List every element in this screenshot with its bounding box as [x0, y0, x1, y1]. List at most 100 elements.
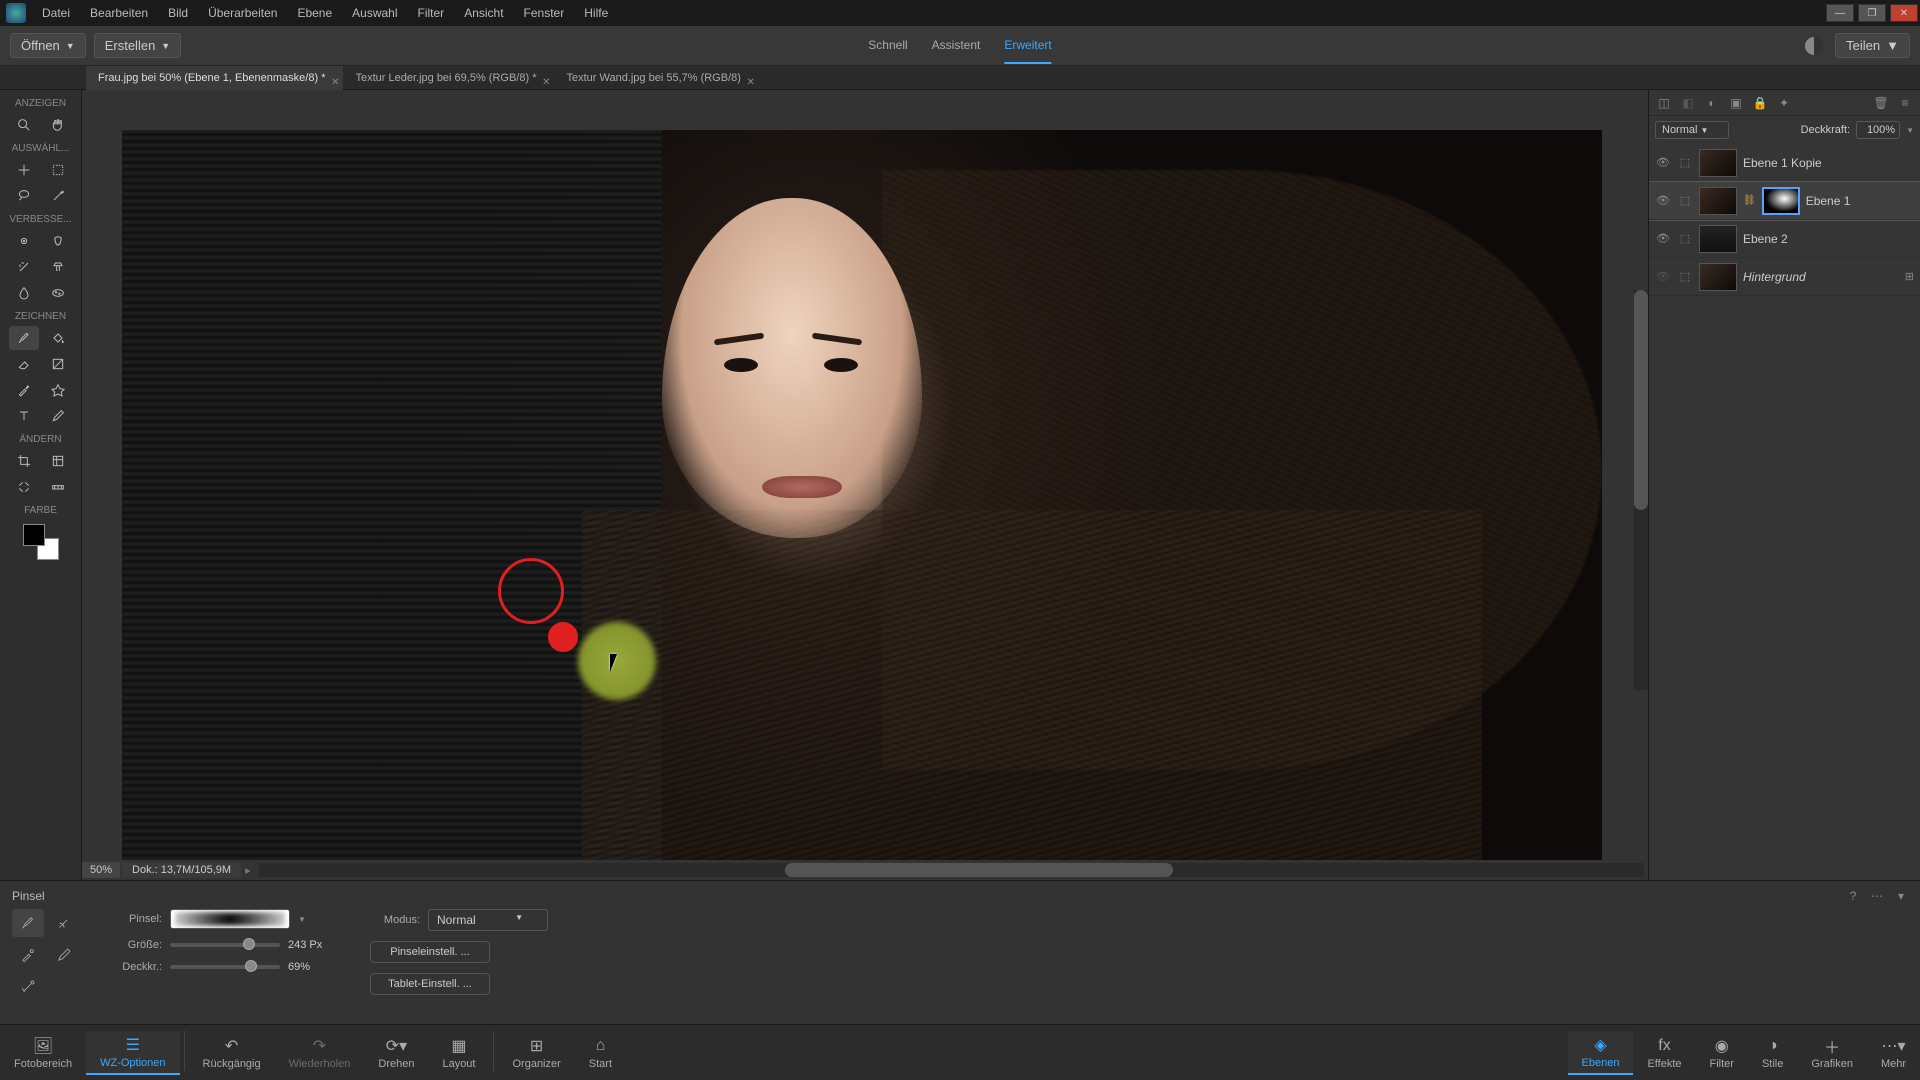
straighten-tool[interactable]: [43, 475, 73, 499]
layer-name[interactable]: Hintergrund: [1743, 270, 1899, 284]
maximize-button[interactable]: ❐: [1858, 4, 1886, 22]
help-icon[interactable]: ?: [1844, 887, 1862, 905]
gradient-tool[interactable]: [43, 352, 73, 376]
menu-bearbeiten[interactable]: Bearbeiten: [80, 0, 158, 26]
menu-auswahl[interactable]: Auswahl: [342, 0, 407, 26]
visibility-icon[interactable]: 👁: [1655, 231, 1671, 247]
recompose-tool[interactable]: [43, 449, 73, 473]
styles-tab-button[interactable]: ◑Stile: [1748, 1031, 1797, 1075]
hand-tool[interactable]: [43, 113, 73, 137]
horizontal-scrollbar[interactable]: [259, 863, 1644, 877]
eyedropper-tool[interactable]: [9, 378, 39, 402]
impressionist-brush-variant[interactable]: [48, 909, 80, 937]
layer-row[interactable]: 👁 ⬚ ⛓ Ebene 1: [1649, 182, 1920, 220]
brush-variant[interactable]: [12, 909, 44, 937]
layer-thumbnail[interactable]: [1699, 225, 1737, 253]
sponge-tool[interactable]: [43, 281, 73, 305]
brush-preview[interactable]: [170, 909, 290, 929]
redo-button[interactable]: ↷Wiederholen: [275, 1031, 365, 1075]
document-tab[interactable]: Textur Leder.jpg bei 69,5% (RGB/8) * ✕: [343, 66, 554, 90]
menu-bild[interactable]: Bild: [158, 0, 198, 26]
link-icon[interactable]: ⬚: [1677, 155, 1693, 171]
layer-name[interactable]: Ebene 2: [1743, 232, 1914, 246]
new-layer-icon[interactable]: ◫: [1655, 94, 1673, 112]
minimize-button[interactable]: —: [1826, 4, 1854, 22]
link-icon[interactable]: ⬚: [1677, 193, 1693, 209]
blend-mode-select[interactable]: Normal ▼: [428, 909, 548, 931]
slider-thumb[interactable]: [245, 960, 257, 972]
menu-icon[interactable]: ⋯: [1868, 887, 1886, 905]
color-replace-brush-variant[interactable]: [12, 941, 44, 969]
link-icon[interactable]: ⬚: [1677, 269, 1693, 285]
healing-brush-tool[interactable]: [9, 255, 39, 279]
layer-row[interactable]: 👁 ⬚ Ebene 2: [1649, 220, 1920, 258]
layer-mask-thumbnail[interactable]: [1762, 187, 1800, 215]
blur-tool[interactable]: [9, 281, 39, 305]
menu-datei[interactable]: Datei: [32, 0, 80, 26]
move-tool[interactable]: [9, 158, 39, 182]
scrollbar-thumb[interactable]: [1634, 290, 1648, 510]
share-button[interactable]: Teilen ▼: [1835, 33, 1910, 58]
chevron-down-icon[interactable]: ▼: [298, 915, 306, 924]
layer-mask-icon[interactable]: ▣: [1727, 94, 1745, 112]
adjustment-layer-icon[interactable]: ◐: [1703, 94, 1721, 112]
visibility-icon[interactable]: 👁: [1655, 269, 1671, 285]
chevron-down-icon[interactable]: ▼: [1906, 126, 1914, 135]
new-group-icon[interactable]: ◧: [1679, 94, 1697, 112]
magic-wand-tool[interactable]: [43, 184, 73, 208]
graphics-tab-button[interactable]: ＋Grafiken: [1797, 1031, 1867, 1075]
visibility-icon[interactable]: 👁: [1655, 155, 1671, 171]
clone-stamp-tool[interactable]: [43, 255, 73, 279]
paint-bucket-tool[interactable]: [43, 326, 73, 350]
brush-settings-button[interactable]: Pinseleinstell. ...: [370, 941, 490, 963]
brush-tool[interactable]: [9, 326, 39, 350]
menu-hilfe[interactable]: Hilfe: [574, 0, 618, 26]
layout-button[interactable]: ▦Layout: [428, 1031, 489, 1075]
layer-thumbnail[interactable]: [1699, 187, 1737, 215]
pencil-tool[interactable]: [43, 404, 73, 428]
home-button[interactable]: ⌂Start: [575, 1031, 626, 1075]
contrast-icon[interactable]: [1805, 37, 1823, 55]
opacity-value[interactable]: 69%: [288, 961, 338, 973]
zoom-level[interactable]: 50%: [82, 862, 120, 878]
organizer-button[interactable]: ⊞Organizer: [498, 1031, 574, 1075]
menu-ueberarbeiten[interactable]: Überarbeiten: [198, 0, 287, 26]
marquee-tool[interactable]: [43, 158, 73, 182]
blend-mode-select[interactable]: Normal ▼: [1655, 121, 1729, 139]
crop-tool[interactable]: [9, 449, 39, 473]
size-slider[interactable]: [170, 943, 280, 947]
chevron-right-icon[interactable]: ▸: [241, 864, 255, 877]
scrollbar-thumb[interactable]: [785, 863, 1173, 877]
text-tool[interactable]: [9, 404, 39, 428]
size-value[interactable]: 243 Px: [288, 939, 338, 951]
menu-ansicht[interactable]: Ansicht: [454, 0, 513, 26]
layer-thumbnail[interactable]: [1699, 149, 1737, 177]
layer-thumbnail[interactable]: [1699, 263, 1737, 291]
tablet-settings-button[interactable]: Tablet-Einstell. ...: [370, 973, 490, 995]
document-tab[interactable]: Textur Wand.jpg bei 55,7% (RGB/8) ✕: [554, 66, 758, 90]
color-swatch[interactable]: [23, 524, 59, 560]
lasso-tool[interactable]: [9, 184, 39, 208]
fotobereich-button[interactable]: 🖼Fotobereich: [0, 1031, 86, 1075]
mode-schnell[interactable]: Schnell: [868, 28, 907, 64]
link-icon[interactable]: ⬚: [1677, 231, 1693, 247]
visibility-icon[interactable]: 👁: [1655, 193, 1671, 209]
panel-menu-icon[interactable]: ≡: [1896, 94, 1914, 112]
collapse-icon[interactable]: ▾: [1892, 887, 1910, 905]
effects-tab-button[interactable]: fxEffekte: [1633, 1031, 1695, 1075]
rotate-button[interactable]: ⟳▾Drehen: [364, 1031, 428, 1075]
lock-layer-icon[interactable]: 🔒: [1751, 94, 1769, 112]
mode-assistent[interactable]: Assistent: [932, 28, 981, 64]
delete-layer-icon[interactable]: 🗑: [1872, 94, 1890, 112]
filters-tab-button[interactable]: ◉Filter: [1696, 1031, 1748, 1075]
foreground-color[interactable]: [23, 524, 45, 546]
layers-tab-button[interactable]: ◈Ebenen: [1568, 1031, 1634, 1075]
tool-options-button[interactable]: ☰WZ-Optionen: [86, 1031, 179, 1075]
redeye-tool[interactable]: [9, 229, 39, 253]
menu-fenster[interactable]: Fenster: [514, 0, 575, 26]
eraser-tool[interactable]: [9, 352, 39, 376]
more-tab-button[interactable]: ⋯▾Mehr: [1867, 1031, 1920, 1075]
menu-filter[interactable]: Filter: [408, 0, 455, 26]
zoom-tool[interactable]: [9, 113, 39, 137]
layer-name[interactable]: Ebene 1 Kopie: [1743, 156, 1914, 170]
